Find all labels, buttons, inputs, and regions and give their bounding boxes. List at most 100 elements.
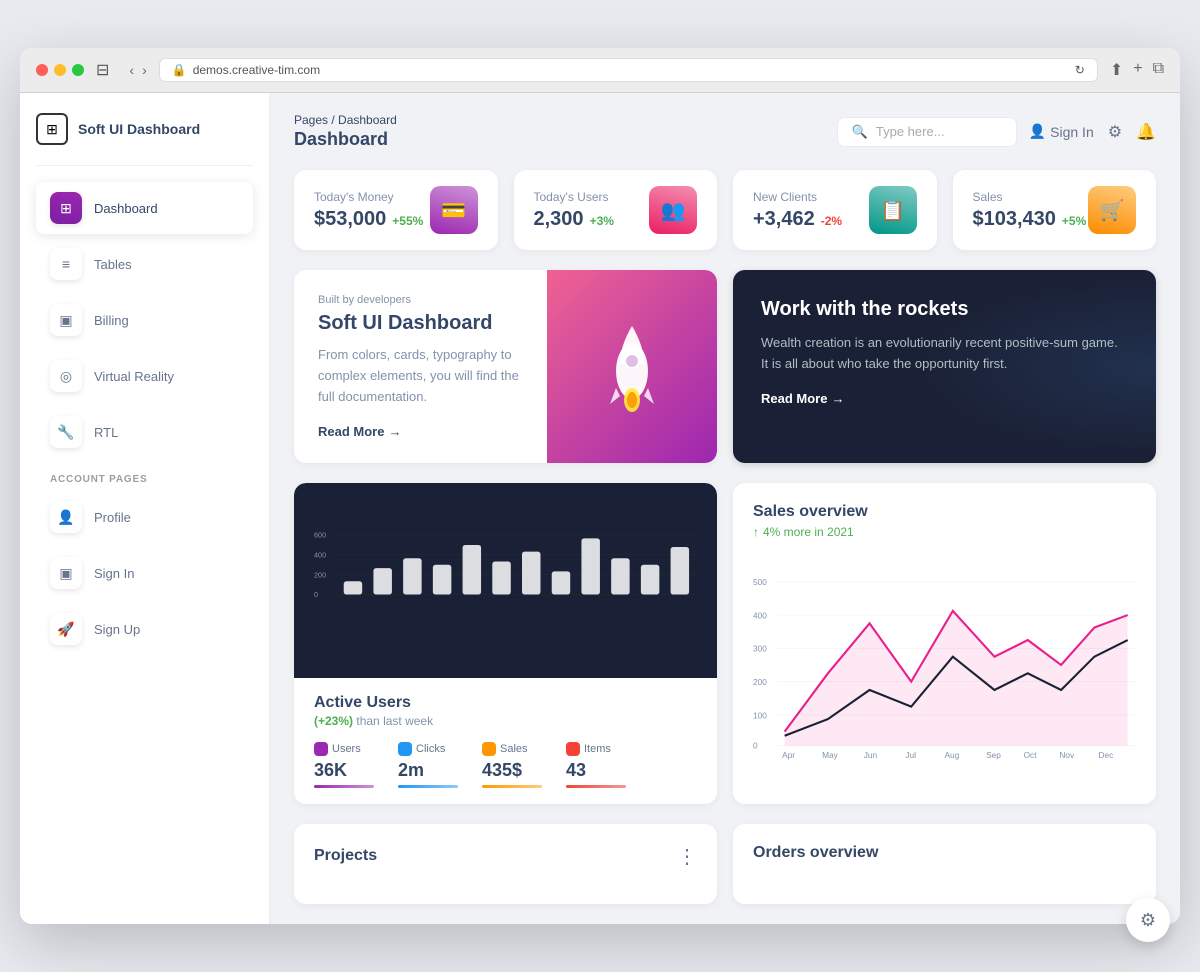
sidebar-item-tables[interactable]: ≡ Tables bbox=[36, 238, 253, 290]
search-icon: 🔍 bbox=[852, 124, 868, 140]
active-users-card: 600 400 200 0 bbox=[294, 483, 717, 804]
svg-text:200: 200 bbox=[314, 570, 326, 579]
stat-info: New Clients +3,462 -2% bbox=[753, 190, 842, 231]
svg-text:May: May bbox=[822, 750, 839, 760]
sign-up-icon: 🚀 bbox=[50, 613, 82, 645]
stat-icon-sales: 🛒 bbox=[1088, 186, 1136, 234]
promo-label: Built by developers bbox=[318, 294, 524, 306]
svg-text:500: 500 bbox=[753, 577, 767, 587]
stat-value: $103,430 bbox=[973, 208, 1056, 231]
bar-chart-section: 600 400 200 0 bbox=[294, 483, 717, 678]
sidebar-toggle-icon[interactable]: ⊟ bbox=[96, 60, 109, 80]
stat-card-money: Today's Money $53,000 +55% 💳 bbox=[294, 170, 498, 250]
svg-text:0: 0 bbox=[753, 740, 758, 750]
stat-mini-label: Items bbox=[566, 742, 626, 756]
back-icon[interactable]: ‹ bbox=[129, 62, 134, 78]
items-dot bbox=[566, 742, 580, 756]
address-bar[interactable]: 🔒 demos.creative-tim.com ↻ bbox=[159, 58, 1098, 82]
dark-card-read-more[interactable]: Read More → bbox=[761, 391, 1128, 406]
tab-overview-icon[interactable]: ⧉ bbox=[1153, 60, 1164, 80]
svg-text:Aug: Aug bbox=[945, 750, 960, 760]
active-users-sub: (+23%) than last week bbox=[314, 714, 697, 728]
stat-mini-label: Clicks bbox=[398, 742, 458, 756]
projects-title: Projects bbox=[314, 847, 377, 865]
sidebar-item-label: Profile bbox=[94, 510, 131, 525]
projects-menu-icon[interactable]: ⋮ bbox=[677, 844, 697, 869]
dashboard-icon: ⊞ bbox=[50, 192, 82, 224]
stat-card-users: Today's Users 2,300 +3% 👥 bbox=[514, 170, 718, 250]
sidebar-item-rtl[interactable]: 🔧 RTL bbox=[36, 406, 253, 458]
svg-text:Apr: Apr bbox=[782, 750, 795, 760]
maximize-dot[interactable] bbox=[72, 64, 84, 76]
clicks-value: 2m bbox=[398, 760, 458, 781]
settings-icon[interactable]: ⚙ bbox=[1108, 122, 1122, 142]
items-bar bbox=[566, 785, 626, 788]
svg-text:200: 200 bbox=[753, 677, 767, 687]
sign-in-button[interactable]: 👤 Sign In bbox=[1029, 123, 1094, 140]
notifications-icon[interactable]: 🔔 bbox=[1136, 122, 1156, 142]
svg-text:Jul: Jul bbox=[905, 750, 916, 760]
svg-text:Jun: Jun bbox=[864, 750, 878, 760]
users-dot bbox=[314, 742, 328, 756]
sidebar-item-billing[interactable]: ▣ Billing bbox=[36, 294, 253, 346]
account-section-label: ACCOUNT PAGES bbox=[36, 462, 253, 491]
lock-icon: 🔒 bbox=[172, 63, 187, 77]
stat-mini-clicks: Clicks 2m bbox=[398, 742, 458, 788]
stat-info: Today's Money $53,000 +55% bbox=[314, 190, 423, 231]
sidebar-item-sign-up[interactable]: 🚀 Sign Up bbox=[36, 603, 253, 655]
dark-card-title: Work with the rockets bbox=[761, 298, 1128, 321]
sidebar-item-profile[interactable]: 👤 Profile bbox=[36, 491, 253, 543]
svg-text:600: 600 bbox=[314, 530, 326, 539]
stat-change: -2% bbox=[821, 214, 842, 228]
users-value: 36K bbox=[314, 760, 374, 781]
svg-text:Oct: Oct bbox=[1024, 750, 1038, 760]
svg-text:0: 0 bbox=[314, 590, 318, 599]
sales-sub: ↑ 4% more in 2021 bbox=[753, 525, 1136, 539]
svg-text:Sep: Sep bbox=[986, 750, 1001, 760]
browser-window: ⊟ ‹ › 🔒 demos.creative-tim.com ↻ ⬆ + ⧉ ⊞… bbox=[20, 48, 1180, 923]
url-text: demos.creative-tim.com bbox=[193, 63, 320, 77]
sidebar-item-sign-in[interactable]: ▣ Sign In bbox=[36, 547, 253, 599]
sales-subtitle: 4% more in 2021 bbox=[763, 525, 854, 539]
arrow-up-icon: ↑ bbox=[753, 525, 759, 539]
search-box[interactable]: 🔍 Type here... bbox=[837, 117, 1017, 147]
reload-icon[interactable]: ↻ bbox=[1075, 63, 1085, 77]
svg-text:100: 100 bbox=[753, 710, 767, 720]
stat-mini-users: Users 36K bbox=[314, 742, 374, 788]
stat-value: 2,300 bbox=[534, 208, 584, 231]
forward-icon[interactable]: › bbox=[142, 62, 147, 78]
browser-dots bbox=[36, 64, 84, 76]
browser-actions: ⬆ + ⧉ bbox=[1110, 60, 1164, 80]
stat-label: New Clients bbox=[753, 190, 842, 204]
header-actions: 👤 Sign In ⚙ 🔔 bbox=[1029, 122, 1156, 142]
arrow-right-icon: → bbox=[388, 424, 401, 439]
stat-label: Sales bbox=[973, 190, 1087, 204]
middle-row: Built by developers Soft UI Dashboard Fr… bbox=[294, 270, 1156, 462]
header-right: 🔍 Type here... 👤 Sign In ⚙ 🔔 bbox=[837, 117, 1156, 147]
stat-card-sales: Sales $103,430 +5% 🛒 bbox=[953, 170, 1157, 250]
dark-card-content: Work with the rockets Wealth creation is… bbox=[761, 298, 1128, 406]
profile-icon: 👤 bbox=[50, 501, 82, 533]
bar-chart-svg: 600 400 200 0 bbox=[314, 503, 697, 653]
sidebar-item-label: Sign In bbox=[94, 566, 134, 581]
sidebar-item-virtual-reality[interactable]: ◎ Virtual Reality bbox=[36, 350, 253, 402]
close-dot[interactable] bbox=[36, 64, 48, 76]
sales-value: 435$ bbox=[482, 760, 542, 781]
sign-in-icon: ▣ bbox=[50, 557, 82, 589]
read-more-label: Read More bbox=[761, 391, 827, 406]
svg-text:Nov: Nov bbox=[1059, 750, 1075, 760]
arrow-right-icon: → bbox=[831, 391, 844, 406]
share-icon[interactable]: ⬆ bbox=[1110, 60, 1123, 80]
rocket-svg bbox=[592, 316, 672, 416]
promo-read-more[interactable]: Read More → bbox=[318, 424, 524, 439]
stat-card-clients: New Clients +3,462 -2% 📋 bbox=[733, 170, 937, 250]
clicks-bar bbox=[398, 785, 458, 788]
sidebar-item-dashboard[interactable]: ⊞ Dashboard bbox=[36, 182, 253, 234]
sidebar-item-label: Billing bbox=[94, 313, 129, 328]
active-users-section: Active Users (+23%) than last week Users… bbox=[294, 678, 717, 804]
stat-cards: Today's Money $53,000 +55% 💳 Today's Use… bbox=[294, 170, 1156, 250]
new-tab-icon[interactable]: + bbox=[1133, 60, 1142, 80]
billing-icon: ▣ bbox=[50, 304, 82, 336]
browser-chrome: ⊟ ‹ › 🔒 demos.creative-tim.com ↻ ⬆ + ⧉ bbox=[20, 48, 1180, 93]
minimize-dot[interactable] bbox=[54, 64, 66, 76]
